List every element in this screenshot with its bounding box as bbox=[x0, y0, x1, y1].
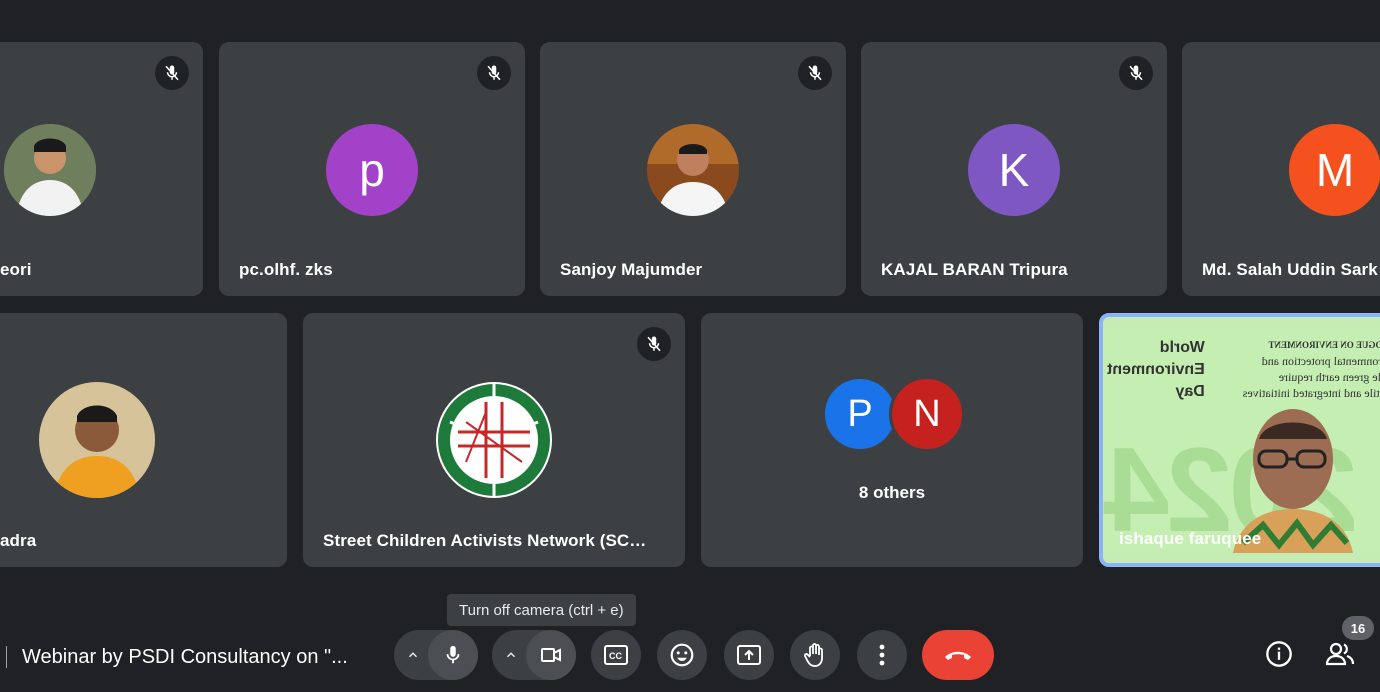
videocam-icon bbox=[541, 648, 561, 662]
emoji-button[interactable] bbox=[657, 630, 707, 680]
organization-logo bbox=[436, 382, 552, 498]
participant-tile[interactable]: Sanjoy Majumder bbox=[540, 42, 846, 296]
mic-icon bbox=[446, 645, 460, 664]
slide-title-line: Environment bbox=[1107, 361, 1205, 378]
mic-off-icon bbox=[477, 56, 511, 90]
meeting-details-button[interactable] bbox=[1259, 634, 1299, 674]
raise-hand-button[interactable] bbox=[790, 630, 840, 680]
meeting-title[interactable]: Webinar by PSDI Consultancy on "... bbox=[22, 646, 348, 669]
presentation-slide: 2024 World Environment Day DIALOGUE ON E… bbox=[1103, 331, 1380, 557]
audio-options-chevron-up-icon[interactable] bbox=[396, 630, 430, 680]
emoji-icon bbox=[670, 643, 694, 667]
present-screen-icon bbox=[737, 645, 761, 665]
avatar: P bbox=[822, 376, 898, 452]
mic-off-icon bbox=[798, 56, 832, 90]
mic-button[interactable] bbox=[428, 630, 478, 680]
meeting-toolbar: Webinar by PSDI Consultancy on "... CC bbox=[0, 620, 1380, 692]
participant-name: KAJAL BARAN Tripura bbox=[881, 260, 1068, 279]
participant-tile[interactable]: eori bbox=[0, 42, 203, 296]
camera-control bbox=[492, 630, 576, 680]
camera-button[interactable] bbox=[526, 630, 576, 680]
participant-name: pc.olhf. zks bbox=[239, 260, 333, 279]
participant-tile[interactable]: adra bbox=[0, 313, 287, 567]
slide-title-line: Day bbox=[1175, 383, 1205, 400]
present-button[interactable] bbox=[724, 630, 774, 680]
participant-tile[interactable]: Street Children Activists Network (SC… bbox=[303, 313, 685, 567]
people-button[interactable] bbox=[1320, 634, 1360, 674]
participant-name: eori bbox=[0, 260, 32, 279]
others-count: 8 others bbox=[858, 483, 926, 502]
mic-off-icon bbox=[637, 327, 671, 361]
mic-off-icon bbox=[1119, 56, 1153, 90]
participant-name: Md. Salah Uddin Sark bbox=[1202, 260, 1378, 279]
slide-text-line: DIALOGUE ON ENVIRONMENT bbox=[1268, 340, 1380, 350]
slide-text: DIALOGUE ON ENVIRONMENT Environmental pr… bbox=[1225, 337, 1380, 401]
svg-text:CC: CC bbox=[609, 651, 622, 661]
video-options-chevron-up-icon[interactable] bbox=[494, 630, 528, 680]
participant-name: Street Children Activists Network (SC… bbox=[323, 531, 647, 550]
people-icon bbox=[1325, 642, 1355, 666]
info-icon bbox=[1266, 641, 1292, 667]
participant-tile[interactable]: p pc.olhf. zks bbox=[219, 42, 525, 296]
avatar bbox=[4, 124, 96, 216]
avatar: K bbox=[968, 124, 1060, 216]
call-end-icon bbox=[945, 651, 971, 660]
raise-hand-icon bbox=[804, 643, 823, 667]
avatar bbox=[647, 124, 739, 216]
captions-button[interactable]: CC bbox=[591, 630, 641, 680]
divider bbox=[6, 646, 7, 668]
more-options-button[interactable] bbox=[857, 630, 907, 680]
slide-text-line: livable green earth require bbox=[1278, 370, 1380, 384]
avatar: p bbox=[326, 124, 418, 216]
slide-title: World Environment Day bbox=[1107, 337, 1205, 403]
participant-count-badge: 16 bbox=[1342, 616, 1374, 640]
avatar: N bbox=[889, 376, 965, 452]
more-vert-icon bbox=[879, 644, 885, 666]
mic-off-icon bbox=[155, 56, 189, 90]
participant-tile[interactable]: M Md. Salah Uddin Sark bbox=[1182, 42, 1380, 296]
participant-tile[interactable]: K KAJAL BARAN Tripura bbox=[861, 42, 1167, 296]
participant-name: Sanjoy Majumder bbox=[560, 260, 703, 279]
others-tile[interactable]: P N 8 others bbox=[701, 313, 1083, 567]
participant-video-tile[interactable]: 2024 World Environment Day DIALOGUE ON E… bbox=[1099, 313, 1380, 567]
slide-text-line: Environmental protection and bbox=[1261, 354, 1380, 368]
participant-name: ishaque faruquee bbox=[1119, 529, 1262, 548]
slide-title-line: World bbox=[1159, 339, 1205, 356]
closed-caption-icon: CC bbox=[604, 645, 628, 665]
participant-name: adra bbox=[0, 531, 37, 550]
mic-control bbox=[394, 630, 478, 680]
avatar bbox=[39, 382, 155, 498]
leave-call-button[interactable] bbox=[922, 630, 994, 680]
avatar: M bbox=[1289, 124, 1380, 216]
